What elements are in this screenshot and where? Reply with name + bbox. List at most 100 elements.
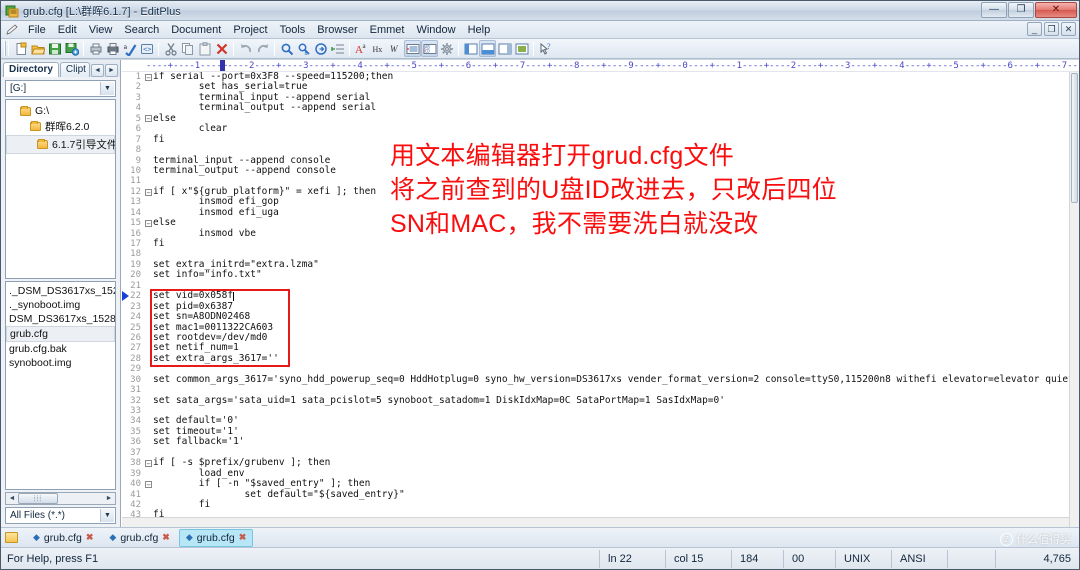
fold-toggle-icon[interactable]: − [144,114,153,123]
fold-toggle-icon[interactable]: − [144,219,153,228]
copy-icon[interactable] [179,40,196,57]
menu-view[interactable]: View [83,23,119,37]
list-item[interactable]: synoboot.img [6,356,115,370]
hex-icon[interactable]: Hx [370,40,387,57]
code-line[interactable]: 38− if [ -s $prefix/grubenv ]; then [122,457,1069,468]
code-line[interactable]: 5− else [122,113,1069,124]
sidebar-tab-cliptext[interactable]: Clipt [59,62,90,77]
code-line[interactable]: 36 set fallback='1' [122,436,1069,447]
editor-horizontal-scrollbar[interactable] [122,517,1069,527]
code-line[interactable]: 33 [122,406,1069,416]
editor-vertical-scrollbar[interactable] [1069,72,1079,527]
menu-window[interactable]: Window [410,23,461,37]
fold-toggle-icon[interactable]: − [144,73,153,82]
code-line[interactable]: 42 fi [122,499,1069,510]
cut-icon[interactable] [162,40,179,57]
find-next-icon[interactable] [312,40,329,57]
menu-help[interactable]: Help [462,23,497,37]
fold-toggle-icon[interactable]: − [144,188,153,197]
maximize-button[interactable]: ❐ [1008,2,1034,18]
tree-node-synology62[interactable]: 群晖6.2.0 [6,118,115,135]
code-line[interactable]: 26 set rootdev=/dev/md0 [122,332,1069,343]
toggle-fullscreen-icon[interactable] [513,40,530,57]
fold-toggle-icon[interactable]: − [144,480,153,489]
code-line[interactable]: 19 set extra_initrd="extra.lzma" [122,259,1069,270]
wrap-icon[interactable]: W [387,40,404,57]
close-icon[interactable]: ✖ [86,532,94,543]
document-tab-1[interactable]: ◆ grub.cfg ✖ [26,529,100,547]
close-icon[interactable]: ✖ [239,532,247,543]
code-line[interactable]: 4 terminal_output --append serial [122,102,1069,113]
list-item-selected[interactable]: grub.cfg [6,326,115,342]
sidebar-tab-directory[interactable]: Directory [3,62,59,77]
code-line[interactable]: 41 set default="${saved_entry}" [122,489,1069,500]
find-icon[interactable] [278,40,295,57]
fold-toggle-icon[interactable]: − [144,459,153,468]
toggle-output-icon[interactable] [479,40,496,57]
mdi-minimize-button[interactable]: _ [1027,22,1042,36]
redo-icon[interactable] [254,40,271,57]
paste-icon[interactable] [196,40,213,57]
goto-line-icon[interactable] [329,40,346,57]
context-help-icon[interactable]: ? [537,40,554,57]
code-lines[interactable]: 1− if serial --port=0x3F8 --speed=115200;… [122,72,1069,517]
document-tab-2[interactable]: ◆ grub.cfg ✖ [102,529,176,547]
delete-icon[interactable] [213,40,230,57]
sidebar-tab-next-icon[interactable]: ► [105,64,118,77]
open-file-icon[interactable] [29,40,46,57]
code-line[interactable]: 31 [122,385,1069,395]
code-line[interactable]: 32 set sata_args='sata_uid=1 sata_pcislot… [122,395,1069,406]
preferences-icon[interactable] [438,40,455,57]
folder-icon[interactable] [5,532,18,543]
file-filter-select[interactable]: All Files (*.*) ▼ [5,507,116,524]
code-line[interactable]: 6 clear [122,123,1069,134]
save-all-icon[interactable] [63,40,80,57]
close-icon[interactable]: ✖ [162,532,170,543]
line-numbers-icon[interactable] [404,40,421,57]
scroll-right-icon[interactable]: ► [103,495,115,502]
code-line[interactable]: 21 [122,281,1069,291]
menu-emmet[interactable]: Emmet [364,23,411,37]
list-item[interactable]: DSM_DS3617xs_15284... [6,312,115,326]
toolbar-grip[interactable] [4,41,9,56]
mdi-close-button[interactable]: ✕ [1061,22,1076,36]
code-line[interactable]: 30 set common_args_3617='syno_hdd_powerup… [122,374,1069,385]
menu-edit[interactable]: Edit [52,23,83,37]
code-line[interactable]: 43 fi [122,509,1069,517]
save-icon[interactable] [46,40,63,57]
toggle-directory-icon[interactable] [462,40,479,57]
menu-project[interactable]: Project [227,23,273,37]
code-line[interactable]: 35 set timeout='1' [122,426,1069,437]
code-line[interactable]: 22 set vid=0x058f [122,290,1069,301]
code-line[interactable]: 40− if [ -n "$saved_entry" ]; then [122,478,1069,489]
tree-node-root[interactable]: G:\ [6,104,115,118]
tree-node-boot617[interactable]: 6.1.7引导文件 [6,135,115,154]
toggle-cliptext-icon[interactable] [496,40,513,57]
code-line[interactable]: 20 set info="info.txt" [122,269,1069,280]
code-line[interactable]: 23 set pid=0x6387 [122,301,1069,312]
code-line[interactable]: 34 set default='0' [122,415,1069,426]
word-wrap-icon[interactable]: AB CD 1 2 [421,40,438,57]
code-editor[interactable]: ----+----1----+----2----+----3----+----4… [121,60,1079,527]
document-tab-3-active[interactable]: ◆ grub.cfg ✖ [178,528,254,547]
browser-preview-icon[interactable]: <> [138,40,155,57]
list-item[interactable]: ._synoboot.img [6,298,115,312]
close-button[interactable]: ✕ [1035,2,1077,18]
menu-search[interactable]: Search [118,23,165,37]
drive-select[interactable]: [G:] ▼ [5,80,116,97]
scroll-left-icon[interactable]: ◄ [6,495,18,502]
vertical-scroll-thumb[interactable] [1071,73,1078,203]
chevron-down-icon[interactable]: ▼ [100,509,114,522]
file-list-hscrollbar[interactable]: ◄ ⦙⦙⦙ ► [5,492,116,505]
scroll-thumb[interactable]: ⦙⦙⦙ [18,493,58,504]
menu-file[interactable]: File [22,23,52,37]
print-icon[interactable] [104,40,121,57]
menu-tools[interactable]: Tools [274,23,312,37]
undo-icon[interactable] [237,40,254,57]
replace-icon[interactable]: B [295,40,312,57]
spell-check-icon[interactable]: a [121,40,138,57]
uppercase-icon[interactable]: Aa [353,40,370,57]
menu-browser[interactable]: Browser [311,23,363,37]
code-line[interactable]: 28 set extra_args_3617='' [122,353,1069,364]
menu-document[interactable]: Document [165,23,227,37]
